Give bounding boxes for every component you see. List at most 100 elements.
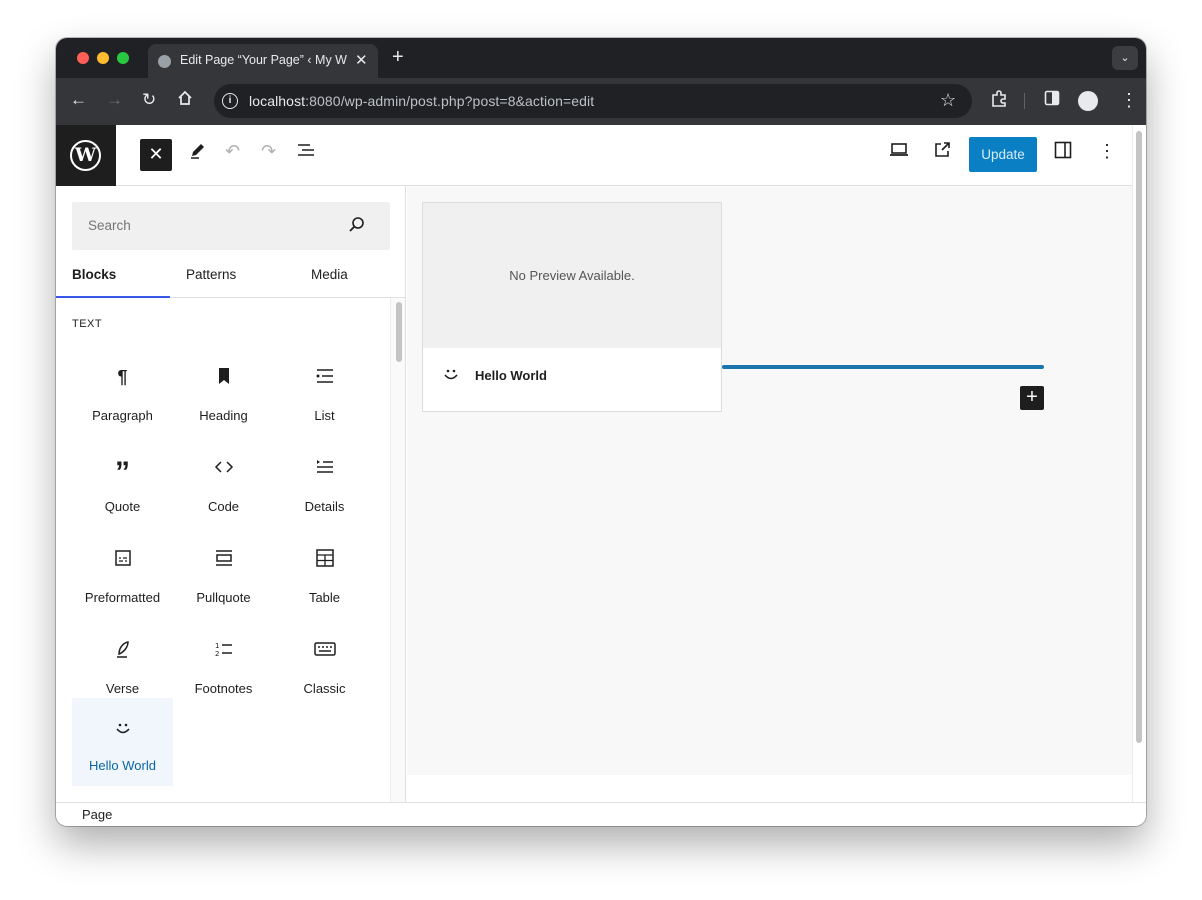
preformatted-icon — [72, 549, 173, 573]
device-preview-icon[interactable] — [889, 141, 909, 164]
extensions-icon[interactable] — [990, 90, 1008, 113]
redo-icon[interactable]: ↷ — [261, 141, 276, 162]
preview-block-name: Hello World — [475, 368, 547, 383]
home-icon[interactable] — [177, 90, 193, 111]
wordpress-logo[interactable]: W — [56, 125, 116, 186]
back-icon[interactable]: ← — [70, 90, 87, 110]
options-menu-icon[interactable]: ⋮ — [1098, 141, 1116, 162]
search-icon — [349, 217, 364, 232]
tab-patterns[interactable]: Patterns — [186, 262, 236, 298]
close-inserter-button[interactable]: ✕ — [140, 139, 172, 171]
tab-media[interactable]: Media — [311, 262, 348, 298]
document-overview-icon[interactable] — [297, 141, 315, 164]
block-item-details[interactable]: Details — [274, 442, 375, 530]
add-block-button[interactable]: + — [1020, 386, 1044, 410]
browser-menu-icon[interactable]: ⋮ — [1120, 90, 1138, 111]
smiley-icon — [72, 720, 173, 744]
paragraph-icon: ¶ — [117, 367, 128, 387]
canvas-bottom-area — [407, 775, 1132, 802]
new-tab-button[interactable]: + — [392, 46, 404, 69]
block-label: Hello World — [89, 758, 156, 773]
block-item-list[interactable]: List — [274, 351, 375, 439]
no-preview-text: No Preview Available. — [509, 268, 635, 283]
heading-icon — [173, 367, 274, 391]
details-icon — [274, 458, 375, 482]
inserter-scrollbar[interactable] — [390, 298, 405, 802]
block-inserter-panel: Blocks Patterns Media TEXT ¶ Paragraph H… — [56, 186, 406, 802]
url-text: localhost:8080/wp-admin/post.php?post=8&… — [249, 93, 595, 109]
settings-sidebar-icon[interactable] — [1054, 141, 1072, 164]
block-label: Quote — [104, 499, 141, 514]
page-scrollbar[interactable] — [1132, 125, 1146, 802]
breadcrumb[interactable]: Page — [82, 807, 112, 822]
block-preview-area: No Preview Available. — [423, 203, 721, 348]
block-item-table[interactable]: Table — [274, 533, 375, 621]
block-item-code[interactable]: Code — [173, 442, 274, 530]
block-label: Classic — [303, 681, 346, 696]
block-item-pullquote[interactable]: Pullquote — [173, 533, 274, 621]
tab-blocks[interactable]: Blocks — [72, 262, 116, 298]
pencil-tools-icon[interactable] — [189, 141, 207, 164]
browser-tab-strip: Edit Page “Your Page” ‹ My W ✕ + ⌄ — [56, 38, 1146, 78]
block-label: Pullquote — [196, 590, 251, 605]
maximize-window-button[interactable] — [117, 52, 129, 64]
code-icon — [173, 458, 274, 482]
scrollbar-thumb[interactable] — [396, 302, 402, 362]
smiley-icon — [440, 366, 462, 388]
block-label: Code — [207, 499, 240, 514]
forward-icon[interactable]: → — [106, 90, 123, 110]
verse-icon — [72, 640, 173, 664]
tab-search-button[interactable]: ⌄ — [1112, 46, 1138, 70]
bookmark-star-icon[interactable]: ☆ — [940, 90, 956, 111]
update-button[interactable]: Update — [969, 137, 1037, 172]
svg-text:1: 1 — [215, 642, 219, 650]
block-item-preformatted[interactable]: Preformatted — [72, 533, 173, 621]
tab-close-icon[interactable]: ✕ — [355, 51, 368, 69]
block-item-hello-world[interactable]: Hello World — [72, 698, 173, 786]
side-panel-icon[interactable] — [1044, 90, 1060, 111]
block-item-heading[interactable]: Heading — [173, 351, 274, 439]
wordpress-icon: W — [70, 140, 101, 171]
browser-tab[interactable]: Edit Page “Your Page” ‹ My W ✕ — [148, 44, 378, 78]
table-icon — [274, 549, 375, 573]
undo-icon[interactable]: ↶ — [225, 141, 240, 162]
editor-footer: Page — [56, 802, 1146, 826]
browser-window: Edit Page “Your Page” ‹ My W ✕ + ⌄ ← → ↻… — [56, 38, 1146, 826]
close-window-button[interactable] — [77, 52, 89, 64]
globe-icon — [158, 55, 171, 68]
block-label: List — [314, 408, 335, 423]
editor-canvas[interactable]: No Preview Available. Hello World + — [407, 186, 1132, 775]
address-bar[interactable]: i localhost:8080/wp-admin/post.php?post=… — [214, 84, 972, 118]
block-search-input[interactable] — [88, 218, 328, 233]
block-preview-popover: No Preview Available. Hello World — [422, 202, 722, 412]
block-item-quote[interactable]: ” Quote — [72, 442, 173, 530]
block-item-classic[interactable]: Classic — [274, 624, 375, 712]
reload-icon[interactable]: ↻ — [142, 90, 156, 110]
svg-text:2: 2 — [215, 650, 219, 658]
footnotes-icon: 12 — [173, 640, 274, 664]
block-category-heading: TEXT — [72, 318, 103, 330]
block-label: Footnotes — [194, 681, 253, 696]
block-item-footnotes[interactable]: 12 Footnotes — [173, 624, 274, 712]
toolbar-divider — [1024, 93, 1025, 109]
quote-icon: ” — [115, 456, 130, 489]
pullquote-icon — [173, 549, 274, 573]
insertion-point-indicator — [722, 365, 1044, 369]
minimize-window-button[interactable] — [97, 52, 109, 64]
inserter-search — [72, 202, 390, 250]
block-label: Preformatted — [84, 590, 161, 605]
editor-header: W ✕ ↶ ↷ Update ⋮ — [56, 125, 1132, 186]
tab-title: Edit Page “Your Page” ‹ My W — [180, 53, 347, 67]
block-item-paragraph[interactable]: ¶ Paragraph — [72, 351, 173, 439]
profile-avatar[interactable] — [1078, 91, 1098, 111]
block-label: Details — [304, 499, 345, 514]
block-label: Heading — [199, 408, 248, 423]
browser-toolbar: ← → ↻ i localhost:8080/wp-admin/post.php… — [56, 78, 1146, 125]
classic-icon — [274, 640, 375, 664]
scrollbar-thumb[interactable] — [1136, 131, 1142, 743]
block-label: Table — [308, 590, 341, 605]
site-info-icon[interactable]: i — [222, 93, 238, 109]
view-page-external-icon[interactable] — [933, 141, 951, 164]
active-tab-indicator — [56, 296, 170, 298]
block-label: Verse — [105, 681, 140, 696]
